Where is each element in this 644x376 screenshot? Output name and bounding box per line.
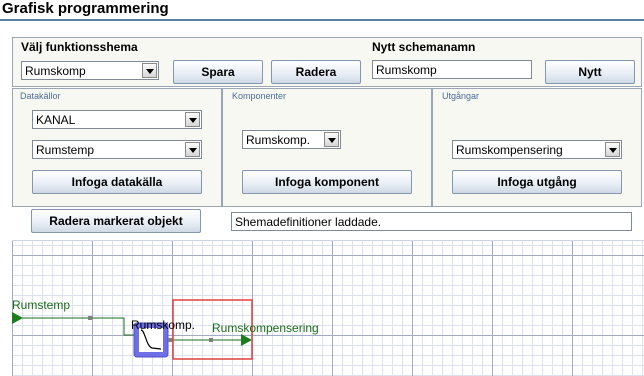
delete-button[interactable]: Radera: [271, 60, 361, 84]
source-port-icon[interactable]: [12, 312, 23, 324]
outputs-heading: Utgångar: [442, 91, 480, 101]
source-type-value: KANAL: [36, 113, 76, 127]
insert-output-button[interactable]: Infoga utgång: [452, 170, 622, 194]
source-select[interactable]: Rumstemp: [32, 140, 202, 159]
sources-heading: Datakällor: [20, 91, 61, 101]
diagram-canvas[interactable]: Rumstemp Rumskomp. Rumskompensering: [12, 240, 644, 376]
source-node-label[interactable]: Rumstemp: [12, 298, 70, 312]
schema-label: Välj funktionsshema: [21, 40, 138, 54]
components-heading: Komponenter: [232, 91, 287, 101]
source-type-select[interactable]: KANAL: [32, 110, 202, 129]
component-value: Rumskomp.: [246, 133, 311, 147]
schema-panel: Välj funktionsshema Rumskomp Spara Rader…: [12, 37, 642, 87]
output-in-port[interactable]: [209, 338, 213, 342]
wire-port-dot[interactable]: [88, 316, 92, 320]
output-node-label[interactable]: Rumskompensering: [212, 321, 319, 335]
save-button[interactable]: Spara: [173, 60, 263, 84]
new-name-label: Nytt schemanamn: [372, 40, 476, 54]
sources-panel: Datakällor KANAL Rumstemp Infoga datakäl…: [12, 88, 222, 207]
new-name-input[interactable]: Rumskomp: [372, 60, 532, 79]
components-panel: Komponenter Rumskomp. Infoga komponent: [222, 88, 432, 207]
schema-select[interactable]: Rumskomp: [21, 61, 159, 80]
delete-selected-button[interactable]: Radera markerat objekt: [31, 209, 201, 233]
page-title: Grafisk programmering: [2, 0, 169, 17]
schema-select-value: Rumskomp: [25, 64, 86, 78]
title-divider: [0, 19, 644, 21]
output-arrow-icon[interactable]: [241, 334, 252, 346]
component-out-port[interactable]: [168, 338, 172, 342]
chevron-down-icon: [324, 132, 339, 147]
chevron-down-icon: [142, 63, 157, 78]
chevron-down-icon: [605, 142, 620, 157]
new-button[interactable]: Nytt: [545, 60, 635, 84]
status-text: Shemadefinitioner laddade.: [231, 212, 632, 231]
outputs-panel: Utgångar Rumskompensering Infoga utgång: [432, 88, 642, 207]
source-value: Rumstemp: [36, 143, 95, 157]
chevron-down-icon: [185, 112, 200, 127]
wire-source-to-component: [12, 317, 134, 336]
output-value: Rumskompensering: [456, 143, 563, 157]
component-node-label[interactable]: Rumskomp.: [131, 318, 195, 332]
component-select[interactable]: Rumskomp.: [242, 130, 341, 149]
diagram-wires: [12, 299, 253, 360]
insert-source-button[interactable]: Infoga datakälla: [32, 170, 202, 194]
insert-component-button[interactable]: Infoga komponent: [242, 170, 412, 194]
output-select[interactable]: Rumskompensering: [452, 140, 622, 159]
chevron-down-icon: [185, 142, 200, 157]
